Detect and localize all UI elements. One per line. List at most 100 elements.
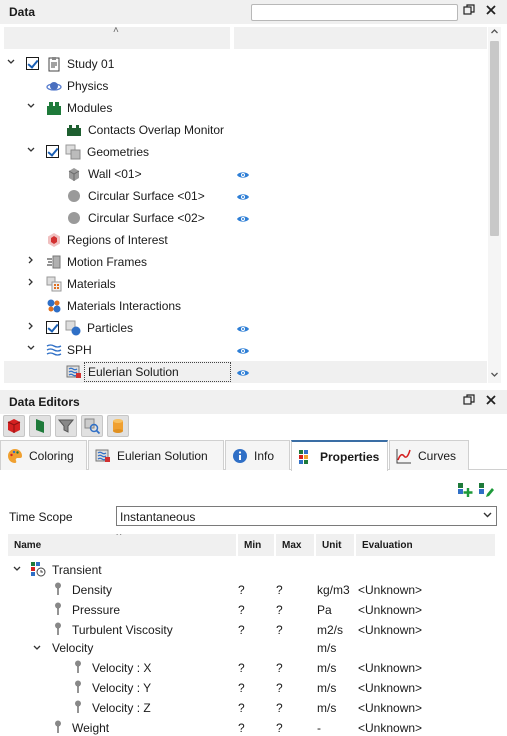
table-row[interactable]: Pressure ? ? Pa <Unknown> [8,600,495,620]
tree-item-modules[interactable]: Modules [4,97,487,119]
time-scope-label: Time Scope [9,510,73,524]
chevron-down-icon[interactable] [12,563,22,577]
chevron-down-icon[interactable] [26,101,36,115]
geometries-icon [65,144,81,160]
tree-item-wall[interactable]: Wall <01> [4,163,487,185]
tree-item-label: Modules [67,101,113,115]
chevron-right-icon[interactable] [26,255,36,269]
tree-column-header-name[interactable]: ˄ [4,27,230,49]
data-editors-header: Data Editors [0,390,507,414]
close-icon[interactable] [484,394,498,408]
chevron-down-icon[interactable] [26,145,36,159]
tab-label: Info [254,448,275,463]
eye-icon[interactable] [236,213,250,223]
eye-icon[interactable] [236,345,250,355]
filter-icon[interactable] [55,415,77,437]
tree-item-motion-frames[interactable]: Motion Frames [4,251,487,273]
palette-icon [7,448,23,464]
tab-label: Eulerian Solution [117,448,208,463]
tree-item-circular-surface-02[interactable]: Circular Surface <02> [4,207,487,229]
scroll-thumb[interactable] [490,41,499,236]
tree-scrollbar[interactable] [488,27,501,383]
editor-tabs: Coloring Eulerian Solution Info Properti… [0,440,507,471]
table-row[interactable]: Velocity : X ? ? m/s <Unknown> [8,658,495,678]
tab-label: Coloring [29,448,74,463]
chevron-down-icon[interactable] [32,642,42,656]
materials-interactions-icon [46,298,62,314]
tab-curves[interactable]: Curves [389,440,469,470]
visibility-checkbox[interactable] [46,145,59,158]
tree-item-regions-of-interest[interactable]: Regions of Interest [4,229,487,251]
table-row[interactable]: Turbulent Viscosity ? ? m2/s <Unknown> [8,620,495,640]
table-row[interactable]: Weight ? ? - <Unknown> [8,718,495,736]
tree-item-label: SPH [67,343,92,357]
table-row[interactable]: Velocity : Z ? ? m/s <Unknown> [8,698,495,718]
restore-icon[interactable] [462,394,476,408]
edit-property-icon[interactable] [478,482,494,498]
pin-icon [74,700,82,714]
eulerian-icon [95,448,111,464]
chevron-right-icon[interactable] [26,277,36,291]
restore-icon[interactable] [462,4,476,18]
column-header-min[interactable]: Min [238,534,274,556]
close-icon[interactable] [484,4,498,18]
tree-item-study[interactable]: Study 01 [4,53,487,75]
scroll-down-icon[interactable] [488,370,501,383]
tree-item-eulerian-solution[interactable]: Eulerian Solution [4,361,487,383]
time-scope-value: Instantaneous [120,510,196,524]
tab-coloring[interactable]: Coloring [0,440,87,470]
eye-icon[interactable] [236,323,250,333]
eye-icon[interactable] [236,367,250,377]
chevron-right-icon[interactable] [26,321,36,335]
tree-item-particles[interactable]: Particles [4,317,487,339]
table-row[interactable]: Density ? ? kg/m3 <Unknown> [8,580,495,600]
tree-item-label: Eulerian Solution [88,365,179,379]
table-row[interactable]: Velocity : Y ? ? m/s <Unknown> [8,678,495,698]
eye-icon[interactable] [236,169,250,179]
cylinder-tool-icon[interactable] [107,415,129,437]
tree-item-label: Physics [67,79,109,93]
red-cube-tool-icon[interactable] [3,415,25,437]
column-header-name[interactable]: Name ˄ [8,534,236,556]
tree-item-label: Geometries [87,145,150,159]
search-icon[interactable] [81,415,103,437]
tree-item-materials[interactable]: Materials [4,273,487,295]
tree-item-geometries[interactable]: Geometries [4,141,487,163]
column-header-max[interactable]: Max [276,534,314,556]
tree-item-label: Motion Frames [67,255,148,269]
chevron-down-icon[interactable] [6,57,16,71]
eye-icon[interactable] [236,191,250,201]
tree-item-sph[interactable]: SPH [4,339,487,361]
visibility-checkbox[interactable] [46,321,59,334]
add-property-icon[interactable] [457,482,473,498]
tab-eulerian-solution[interactable]: Eulerian Solution [88,440,224,470]
column-header-evaluation[interactable]: Evaluation [356,534,495,556]
time-scope-select[interactable]: Instantaneous [116,506,497,526]
tree-item-materials-interactions[interactable]: Materials Interactions [4,295,487,317]
visibility-checkbox[interactable] [26,57,39,70]
tree-item-label: Regions of Interest [67,233,168,247]
tree-column-header-visibility[interactable] [234,27,487,49]
editors-toolbar [0,412,507,438]
data-tree[interactable]: ˄ Study 01 Physics Modules Contacts Over… [4,27,487,383]
tree-item-label: Circular Surface <01> [88,189,205,203]
chevron-down-icon[interactable] [26,343,36,357]
column-header-unit[interactable]: Unit [316,534,354,556]
table-row[interactable]: Transient [8,560,495,580]
eulerian-icon [66,364,82,380]
tree-item-contacts-overlap-monitor[interactable]: Contacts Overlap Monitor [4,119,487,141]
tree-item-physics[interactable]: Physics [4,75,487,97]
tree-item-label: Materials Interactions [67,299,182,313]
table-row[interactable]: Velocity m/s [8,638,495,658]
tree-item-label: Materials [67,277,116,291]
tree-item-label: Wall <01> [88,167,142,181]
tab-info[interactable]: Info [225,440,290,470]
tab-label: Curves [418,448,457,463]
pin-icon [54,602,62,616]
data-panel-header: Data [0,0,507,24]
tree-item-circular-surface-01[interactable]: Circular Surface <01> [4,185,487,207]
data-search-input[interactable] [251,4,458,21]
green-wall-tool-icon[interactable] [29,415,51,437]
tab-properties[interactable]: Properties [291,440,388,471]
scroll-up-icon[interactable] [488,27,501,40]
